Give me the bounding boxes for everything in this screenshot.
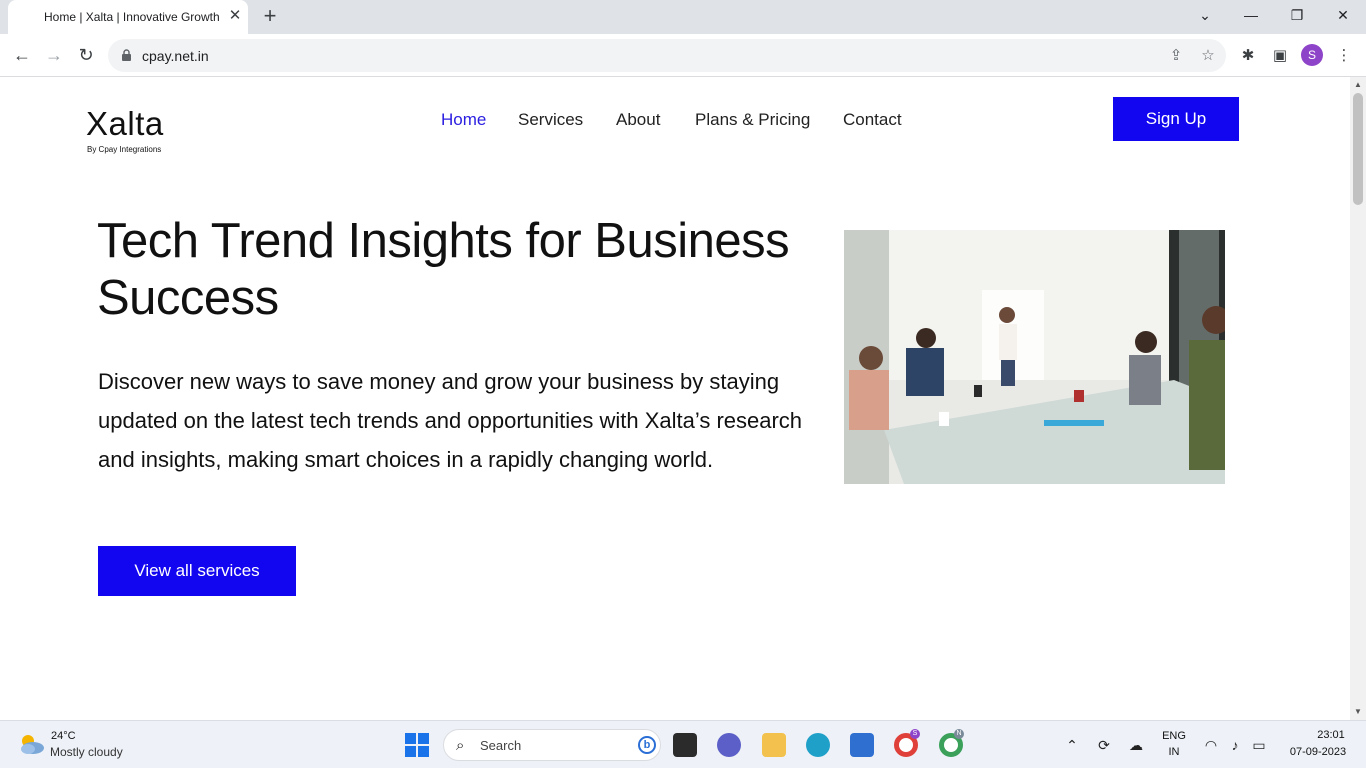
- site-logo[interactable]: Xalta: [86, 105, 164, 143]
- clock-date[interactable]: 07-09-2023: [1280, 746, 1356, 758]
- page-scrollbar[interactable]: ▲ ▼: [1350, 77, 1366, 720]
- language-region[interactable]: IN: [1160, 746, 1188, 758]
- battery-icon[interactable]: ▭: [1249, 735, 1269, 755]
- weather-temperature[interactable]: 24°C: [51, 730, 76, 742]
- share-icon[interactable]: ⇪: [1166, 46, 1186, 66]
- close-window-icon[interactable]: ✕: [1330, 4, 1356, 26]
- windows-start-icon[interactable]: [405, 733, 429, 757]
- restore-icon[interactable]: ❐: [1284, 4, 1310, 26]
- reload-icon[interactable]: ↻: [73, 42, 99, 68]
- taskbar-search-box[interactable]: ⌕ Search b: [443, 729, 661, 761]
- back-arrow-icon[interactable]: ←: [9, 42, 35, 68]
- microsoft-store-icon[interactable]: [850, 733, 874, 757]
- scroll-up-arrow-icon[interactable]: ▲: [1353, 80, 1363, 90]
- volume-icon[interactable]: ♪: [1225, 735, 1245, 755]
- chrome-profile-s-badge: S: [910, 729, 920, 739]
- lock-icon: [122, 49, 131, 61]
- chrome-profile-n-badge: N: [954, 729, 964, 739]
- nav-about[interactable]: About: [616, 110, 660, 130]
- taskbar-search-placeholder: Search: [480, 738, 522, 753]
- scroll-down-arrow-icon[interactable]: ▼: [1353, 707, 1363, 717]
- view-all-services-button[interactable]: View all services: [98, 546, 296, 596]
- search-icon: ⌕: [456, 737, 465, 754]
- menu-kebab-icon[interactable]: ⋮: [1334, 46, 1354, 66]
- edge-browser-icon[interactable]: [806, 733, 830, 757]
- url-text: cpay.net.in: [142, 48, 209, 64]
- windows-taskbar: 24°C Mostly cloudy ⌕ Search b S N ⌃ ⟳ ☁ …: [0, 720, 1366, 768]
- close-tab-icon[interactable]: ✕: [226, 7, 244, 25]
- bookmark-star-icon[interactable]: ☆: [1198, 46, 1218, 66]
- hero-paragraph: Discover new ways to save money and grow…: [98, 369, 803, 472]
- nav-home[interactable]: Home: [441, 110, 486, 130]
- task-view-icon[interactable]: [673, 733, 697, 757]
- tab-search-chevron-icon[interactable]: ⌄: [1192, 4, 1218, 26]
- show-hidden-icons-chevron-icon[interactable]: ⌃: [1062, 735, 1082, 755]
- address-bar[interactable]: cpay.net.in ⇪ ☆: [108, 39, 1226, 72]
- tab-title: Home | Xalta | Innovative Growth: [44, 10, 220, 24]
- nav-services[interactable]: Services: [518, 110, 583, 130]
- site-logo-subtitle: By Cpay Integrations: [87, 145, 162, 154]
- profile-avatar[interactable]: S: [1301, 44, 1323, 66]
- page-viewport: Xalta By Cpay Integrations Home Services…: [0, 77, 1350, 720]
- browser-tab-bar: Home | Xalta | Innovative Growth ✕ + ⌄ —…: [0, 0, 1366, 34]
- teams-chat-icon[interactable]: [717, 733, 741, 757]
- side-panel-icon[interactable]: ▣: [1270, 46, 1290, 66]
- sync-icon[interactable]: ⟳: [1094, 735, 1114, 755]
- forward-arrow-icon[interactable]: →: [41, 42, 67, 68]
- bing-icon[interactable]: b: [638, 736, 656, 754]
- nav-plans-pricing[interactable]: Plans & Pricing: [695, 110, 810, 130]
- sign-up-button[interactable]: Sign Up: [1113, 97, 1239, 141]
- file-explorer-icon[interactable]: [762, 733, 786, 757]
- clock-time[interactable]: 23:01: [1306, 729, 1356, 741]
- weather-cloud-sun-icon[interactable]: [16, 731, 46, 757]
- minimize-icon[interactable]: —: [1238, 4, 1264, 26]
- hero-headline: Tech Trend Insights for Business Success: [97, 214, 790, 325]
- scroll-thumb[interactable]: [1353, 93, 1363, 205]
- weather-description[interactable]: Mostly cloudy: [50, 745, 123, 759]
- browser-toolbar: ← → ↻ cpay.net.in ⇪ ☆ ✱ ▣ S ⋮: [0, 34, 1366, 77]
- hero-meeting-photo: [844, 230, 1225, 484]
- new-tab-icon[interactable]: +: [258, 5, 282, 29]
- browser-tab-active[interactable]: Home | Xalta | Innovative Growth ✕: [8, 0, 248, 34]
- nav-contact[interactable]: Contact: [843, 110, 902, 130]
- cloud-offline-icon[interactable]: ☁: [1126, 735, 1146, 755]
- wifi-icon[interactable]: ◠: [1201, 735, 1221, 755]
- extensions-puzzle-icon[interactable]: ✱: [1238, 46, 1258, 66]
- language-code[interactable]: ENG: [1160, 730, 1188, 742]
